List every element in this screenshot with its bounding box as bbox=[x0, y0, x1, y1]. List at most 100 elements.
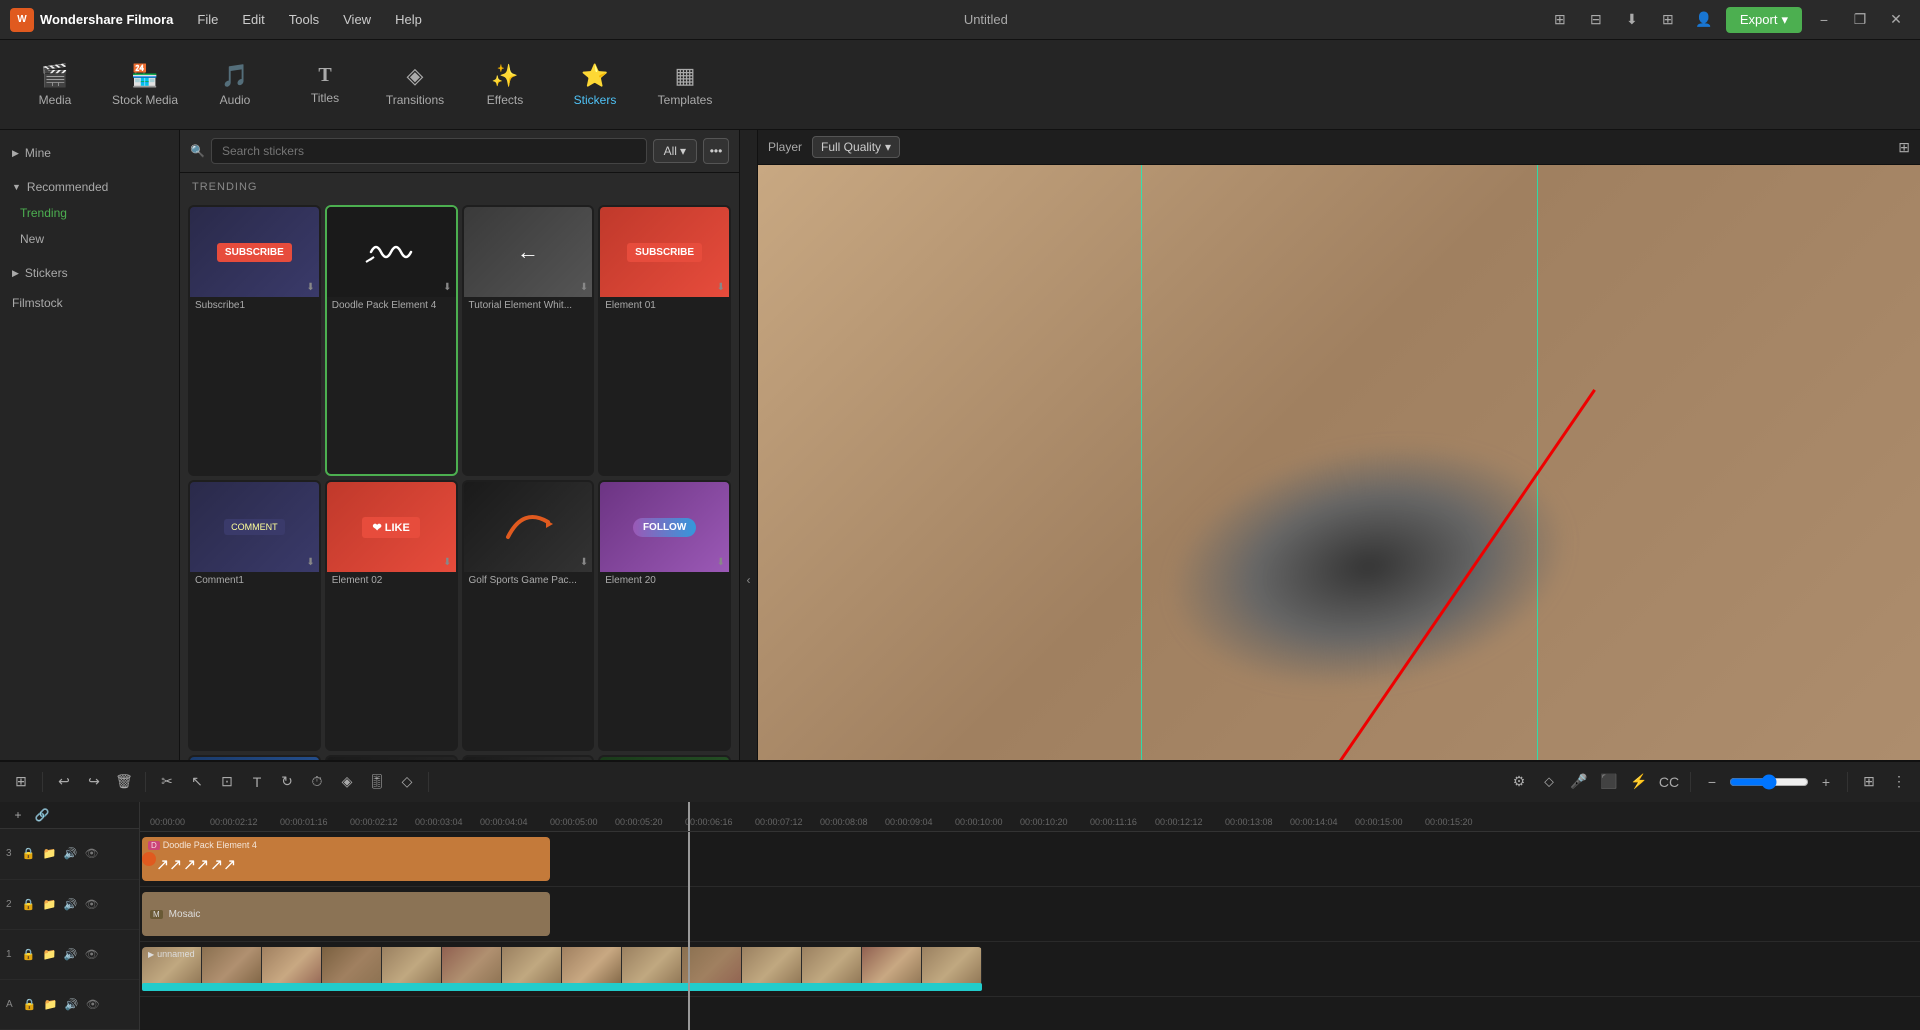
sticker-tutorial-white[interactable]: ← ⬇ Tutorial Element Whit... bbox=[462, 205, 595, 476]
download-icon[interactable]: ⬇ bbox=[306, 557, 314, 568]
track3-folder[interactable]: 📁 bbox=[41, 945, 59, 963]
mosaic-clip[interactable]: M Mosaic bbox=[142, 892, 550, 936]
color-button[interactable]: ◈ bbox=[334, 769, 360, 795]
layout-icon[interactable]: ⊞ bbox=[1898, 139, 1910, 156]
sticker-element01[interactable]: SUBSCRIBE ⬇ Element 01 bbox=[598, 205, 731, 476]
undo-button[interactable]: ↩ bbox=[51, 769, 77, 795]
menu-edit[interactable]: Edit bbox=[238, 10, 268, 29]
sticker-element20[interactable]: FOLLOW ⬇ Element 20 bbox=[598, 480, 731, 751]
sidebar-section-recommended-header[interactable]: ▼ Recommended bbox=[0, 174, 179, 200]
tracks-area: D Doodle Pack Element 4 ↙ ↙ ↙ ↙ ↙ ↙ bbox=[140, 832, 1920, 1030]
export-button[interactable]: Export ▾ bbox=[1726, 7, 1802, 33]
mic-btn[interactable]: 🎤 bbox=[1566, 769, 1592, 795]
track4-folder[interactable]: 📁 bbox=[42, 995, 60, 1013]
effects-panel-btn[interactable]: ⚙ bbox=[1506, 769, 1532, 795]
sidebar-section-mine-header[interactable]: ▶ Mine bbox=[0, 140, 179, 166]
sticker-element02[interactable]: ❤ LIKE ⬇ Element 02 bbox=[325, 480, 458, 751]
tab-audio[interactable]: 🎵 Audio bbox=[190, 45, 280, 125]
ruler-header: + 🔗 bbox=[0, 802, 139, 829]
tab-stock-media[interactable]: 🏪 Stock Media bbox=[100, 45, 190, 125]
split-btn[interactable]: ⚡ bbox=[1626, 769, 1652, 795]
crop-tool-button[interactable]: ⊡ bbox=[214, 769, 240, 795]
speed-button[interactable]: ⏱ bbox=[304, 769, 330, 795]
sticker-doodle4[interactable]: ⬇ Doodle Pack Element 4 bbox=[325, 205, 458, 476]
track1-audio[interactable]: 🔊 bbox=[62, 845, 80, 863]
track3-lock[interactable]: 🔒 bbox=[20, 945, 38, 963]
tab-templates[interactable]: ▦ Templates bbox=[640, 45, 730, 125]
track2-audio[interactable]: 🔊 bbox=[62, 895, 80, 913]
sidebar-section-stickers-header[interactable]: ▶ Stickers bbox=[0, 260, 179, 286]
redo-button[interactable]: ↪ bbox=[81, 769, 107, 795]
export-frame-btn[interactable]: ⬛ bbox=[1596, 769, 1622, 795]
track4-audio[interactable]: 🔊 bbox=[63, 995, 81, 1013]
tab-media[interactable]: 🎬 Media bbox=[10, 45, 100, 125]
keyframe-button[interactable]: ◇ bbox=[394, 769, 420, 795]
mosaic-clip-content: M Mosaic bbox=[150, 909, 200, 920]
download-icon[interactable]: ⬇ bbox=[306, 282, 314, 293]
track4-eye[interactable]: 👁 bbox=[84, 995, 102, 1013]
download-icon[interactable]: ⬇ bbox=[717, 557, 725, 568]
restore-button[interactable]: ❐ bbox=[1846, 6, 1874, 34]
doodle-clip[interactable]: D Doodle Pack Element 4 ↙ ↙ ↙ ↙ ↙ ↙ bbox=[142, 837, 550, 881]
track3-audio[interactable]: 🔊 bbox=[62, 945, 80, 963]
icon-btn-screen1[interactable]: ⊞ bbox=[1546, 6, 1574, 34]
zoom-out-btn[interactable]: − bbox=[1699, 769, 1725, 795]
tab-titles[interactable]: T Titles bbox=[280, 45, 370, 125]
sidebar-item-trending[interactable]: Trending bbox=[0, 200, 179, 226]
icon-btn-account[interactable]: 👤 bbox=[1690, 6, 1718, 34]
download-icon[interactable]: ⬇ bbox=[717, 282, 725, 293]
track4-lock[interactable]: 🔒 bbox=[21, 995, 39, 1013]
add-track-button[interactable]: + bbox=[8, 805, 28, 825]
timeline: ⊞ ↩ ↪ 🗑 ✂ ↖ ⊡ T ↻ ⏱ ◈ 🎚 ◇ ⚙ ⬦ 🎤 ⬛ ⚡ CC −… bbox=[0, 760, 1920, 1030]
sticker-golf[interactable]: ⬇ Golf Sports Game Pac... bbox=[462, 480, 595, 751]
timeline-add-track[interactable]: ⊞ bbox=[8, 769, 34, 795]
subtitle-btn[interactable]: CC bbox=[1656, 769, 1682, 795]
quality-dropdown[interactable]: Full Quality ▾ bbox=[812, 136, 900, 158]
filter-dropdown[interactable]: All ▾ bbox=[653, 139, 697, 163]
menu-view[interactable]: View bbox=[339, 10, 375, 29]
sidebar-item-filmstock[interactable]: Filmstock bbox=[0, 290, 179, 316]
grid-view-btn[interactable]: ⊞ bbox=[1856, 769, 1882, 795]
track2-folder[interactable]: 📁 bbox=[41, 895, 59, 913]
tab-transitions[interactable]: ◈ Transitions bbox=[370, 45, 460, 125]
minimize-button[interactable]: − bbox=[1810, 6, 1838, 34]
audio-mix-button[interactable]: 🎚 bbox=[364, 769, 390, 795]
track2-lock[interactable]: 🔒 bbox=[20, 895, 38, 913]
download-icon[interactable]: ⬇ bbox=[580, 557, 588, 568]
search-input[interactable] bbox=[211, 138, 647, 164]
ruler-mark-0: 00:00:00 bbox=[150, 817, 185, 827]
track2-eye[interactable]: 👁 bbox=[83, 895, 101, 913]
download-icon[interactable]: ⬇ bbox=[580, 282, 588, 293]
icon-btn-download[interactable]: ⬇ bbox=[1618, 6, 1646, 34]
icon-btn-screen2[interactable]: ⊟ bbox=[1582, 6, 1610, 34]
track3-eye[interactable]: 👁 bbox=[83, 945, 101, 963]
zoom-in-btn[interactable]: + bbox=[1813, 769, 1839, 795]
markers-btn[interactable]: ⬦ bbox=[1536, 769, 1562, 795]
menu-file[interactable]: File bbox=[193, 10, 222, 29]
sticker-comment1[interactable]: COMMENT ⬇ Comment1 bbox=[188, 480, 321, 751]
select-button[interactable]: ↖ bbox=[184, 769, 210, 795]
menu-tools[interactable]: Tools bbox=[285, 10, 323, 29]
more-timeline-btn[interactable]: ⋮ bbox=[1886, 769, 1912, 795]
track2-index: 2 bbox=[6, 899, 12, 910]
tab-effects[interactable]: ✨ Effects bbox=[460, 45, 550, 125]
sidebar-item-new[interactable]: New bbox=[0, 226, 179, 252]
text-tool-button[interactable]: T bbox=[244, 769, 270, 795]
icon-btn-grid[interactable]: ⊞ bbox=[1654, 6, 1682, 34]
track1-lock[interactable]: 🔒 bbox=[20, 845, 38, 863]
download-icon[interactable]: ⬇ bbox=[443, 557, 451, 568]
track1-folder[interactable]: 📁 bbox=[41, 845, 59, 863]
tab-stickers[interactable]: ⭐ Stickers bbox=[550, 45, 640, 125]
track1-eye[interactable]: 👁 bbox=[83, 845, 101, 863]
menu-help[interactable]: Help bbox=[391, 10, 426, 29]
zoom-slider[interactable] bbox=[1729, 774, 1809, 790]
link-button[interactable]: 🔗 bbox=[32, 805, 52, 825]
cut-button[interactable]: ✂ bbox=[154, 769, 180, 795]
delete-button[interactable]: 🗑 bbox=[111, 769, 137, 795]
track2-actions: 🔒 📁 🔊 👁 bbox=[20, 895, 101, 913]
rotate-button[interactable]: ↻ bbox=[274, 769, 300, 795]
close-button[interactable]: ✕ bbox=[1882, 6, 1910, 34]
sticker-subscribe1[interactable]: SUBSCRIBE ⬇ Subscribe1 bbox=[188, 205, 321, 476]
download-icon[interactable]: ⬇ bbox=[443, 282, 451, 293]
more-options-button[interactable]: ••• bbox=[703, 138, 729, 164]
